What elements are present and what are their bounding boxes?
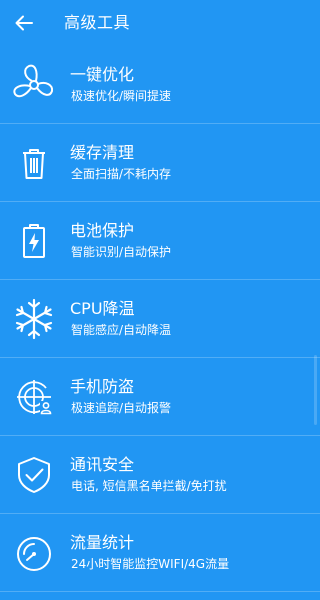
tool-item-anti-theft[interactable]: 手机防盗 极速追踪/自动报警 xyxy=(0,358,320,436)
tool-title: 缓存清理 xyxy=(70,143,135,162)
tool-subtitle: 智能感应/自动降温 xyxy=(71,323,172,337)
fan-icon xyxy=(12,63,56,107)
tool-item-optimize[interactable]: 一键优化 极速优化/瞬间提速 xyxy=(0,46,320,124)
tool-item-cpu-cooling[interactable]: CPU降温 智能感应/自动降温 xyxy=(0,280,320,358)
tool-subtitle: 电话, 短信黑名单拦截/免打扰 xyxy=(71,479,227,493)
tool-title: 电池保护 xyxy=(70,221,135,240)
tool-item-battery[interactable]: 电池保护 智能识别/自动保护 xyxy=(0,202,320,280)
tool-subtitle: 智能识别/自动保护 xyxy=(71,245,172,259)
tool-item-communication-security[interactable]: 通讯安全 电话, 短信黑名单拦截/免打扰 xyxy=(0,436,320,514)
snowflake-icon xyxy=(12,297,56,341)
trash-icon xyxy=(12,141,56,185)
speedometer-icon xyxy=(12,531,56,575)
back-button[interactable] xyxy=(12,12,36,34)
tool-subtitle: 24小时智能监控WIFI/4G流量 xyxy=(71,557,230,571)
tool-title: CPU降温 xyxy=(70,299,135,318)
radar-icon xyxy=(12,375,56,419)
tool-title: 流量统计 xyxy=(70,533,135,552)
tool-item-cache-clean[interactable]: 缓存清理 全面扫描/不耗内存 xyxy=(0,124,320,202)
tool-subtitle: 全面扫描/不耗内存 xyxy=(71,167,172,181)
tool-title: 通讯安全 xyxy=(70,455,135,474)
scrollbar-thumb[interactable] xyxy=(314,355,317,425)
tool-subtitle: 极速追踪/自动报警 xyxy=(71,401,172,415)
battery-icon xyxy=(12,219,56,263)
arrow-left-icon xyxy=(15,15,33,31)
tool-item-data-usage[interactable]: 流量统计 24小时智能监控WIFI/4G流量 xyxy=(0,514,320,592)
tool-subtitle: 极速优化/瞬间提速 xyxy=(71,89,172,103)
page-title: 高级工具 xyxy=(64,13,131,32)
tool-list: 一键优化 极速优化/瞬间提速 缓存清理 全面扫描/不耗内存 电池保护 智能识别/… xyxy=(0,46,320,592)
tool-title: 手机防盗 xyxy=(70,377,135,396)
tool-title: 一键优化 xyxy=(70,65,135,84)
advanced-tools-screen: 高级工具 一键优化 极速优化/瞬间提速 缓存清理 全面扫描/不耗内存 电池保护 … xyxy=(0,0,320,600)
app-bar: 高级工具 xyxy=(0,0,320,46)
shield-check-icon xyxy=(12,453,56,497)
